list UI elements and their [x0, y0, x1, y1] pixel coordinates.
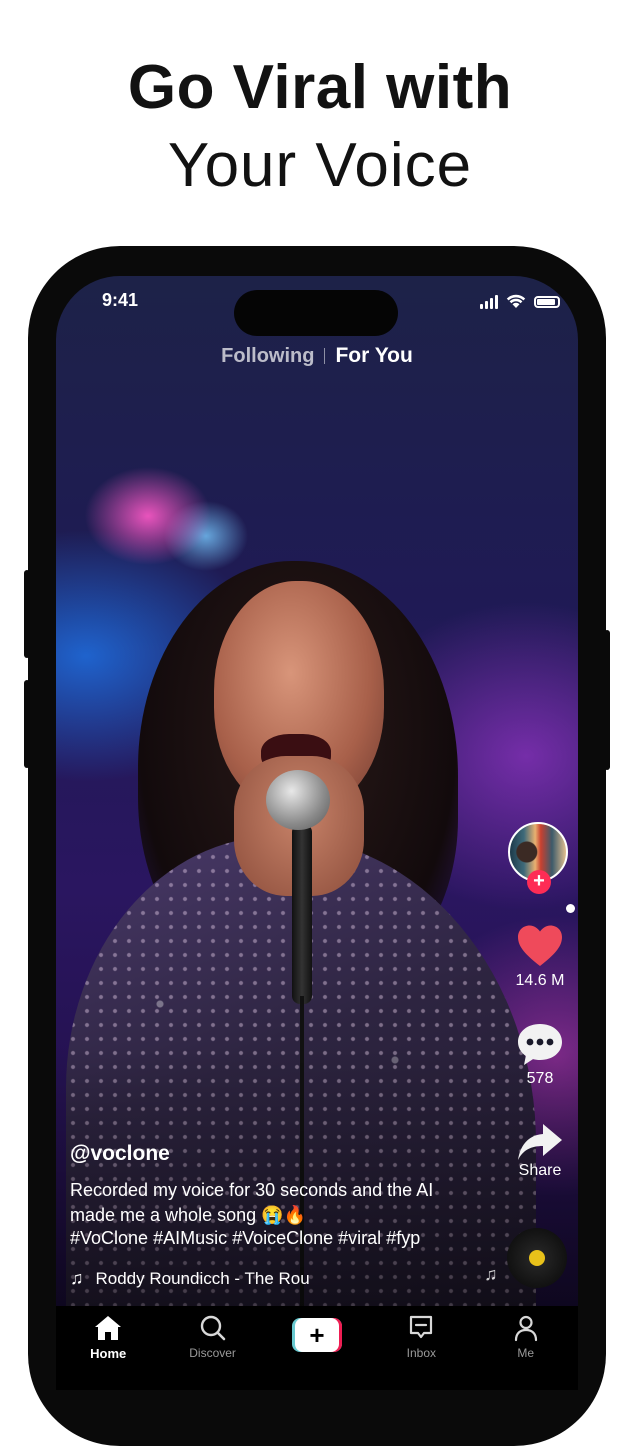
comment-button[interactable]: 578 — [496, 1022, 578, 1088]
share-button[interactable]: Share — [496, 1122, 578, 1180]
home-icon — [95, 1316, 122, 1340]
creator-avatar[interactable]: + — [508, 822, 572, 894]
microphone-head — [266, 770, 330, 830]
cellular-signal-icon — [480, 294, 498, 309]
wifi-icon — [506, 294, 526, 308]
tab-following[interactable]: Following — [221, 345, 314, 368]
headline-line2: Your Voice — [167, 131, 473, 200]
music-title[interactable]: Roddy Roundicch - The Rou — [96, 1269, 336, 1289]
inbox-icon — [410, 1315, 433, 1339]
headline-line1: Go Viral with — [127, 53, 513, 122]
floating-note-icon: ♫ — [484, 1264, 498, 1284]
like-button[interactable]: 14.6 M — [496, 924, 578, 990]
nav-discover[interactable]: Discover — [173, 1314, 253, 1360]
nav-inbox-label: Inbox — [406, 1346, 437, 1360]
share-icon — [518, 1124, 562, 1160]
nav-discover-label: Discover — [189, 1346, 236, 1360]
bottom-nav: Home Discover + Inbox Me — [56, 1306, 578, 1390]
follow-plus-button[interactable]: + — [527, 870, 551, 894]
music-note-icon: ♫ — [70, 1268, 84, 1288]
nav-home[interactable]: Home — [68, 1314, 148, 1361]
status-time: 9:41 — [102, 290, 139, 310]
nav-home-label: Home — [90, 1346, 127, 1361]
scroll-indicator-dot — [566, 904, 575, 913]
nav-me[interactable]: Me — [486, 1314, 566, 1360]
comment-count: 578 — [526, 1070, 554, 1087]
microphone-handle — [292, 824, 312, 1004]
nav-inbox[interactable]: Inbox — [381, 1314, 461, 1360]
post-caption: Recorded my voice for 30 seconds and the… — [70, 1180, 434, 1225]
nav-me-label: Me — [517, 1346, 535, 1360]
feed-tabs: Following For You — [56, 344, 578, 368]
phone-volume-down-button — [24, 680, 30, 768]
phone-screen: 9:41 Following For You + 14.6 M 578 Shar… — [56, 276, 578, 1390]
create-plus: + — [294, 1318, 339, 1352]
dynamic-island — [234, 290, 398, 336]
tab-for-you[interactable]: For You — [335, 344, 412, 368]
search-icon — [200, 1315, 225, 1341]
like-count: 14.6 M — [515, 972, 565, 989]
phone-power-button — [604, 630, 610, 770]
tab-divider — [324, 348, 326, 364]
phone-volume-up-button — [24, 570, 30, 658]
post-hashtags[interactable]: #VoClone #AIMusic #VoiceClone #viral #fy… — [70, 1228, 490, 1249]
nav-create[interactable]: + — [277, 1314, 357, 1352]
profile-icon — [514, 1315, 537, 1342]
status-icons — [480, 294, 560, 309]
disc-label — [529, 1250, 545, 1266]
create-icon[interactable]: + — [291, 1318, 342, 1352]
post-username[interactable]: @voclone — [70, 1142, 170, 1166]
comment-icon — [518, 1024, 562, 1065]
heart-icon — [518, 925, 562, 966]
share-label: Share — [518, 1162, 562, 1179]
music-row[interactable]: ♫ Roddy Roundicch - The Rou — [70, 1268, 336, 1289]
battery-icon — [534, 295, 560, 308]
music-disc[interactable] — [507, 1228, 567, 1288]
